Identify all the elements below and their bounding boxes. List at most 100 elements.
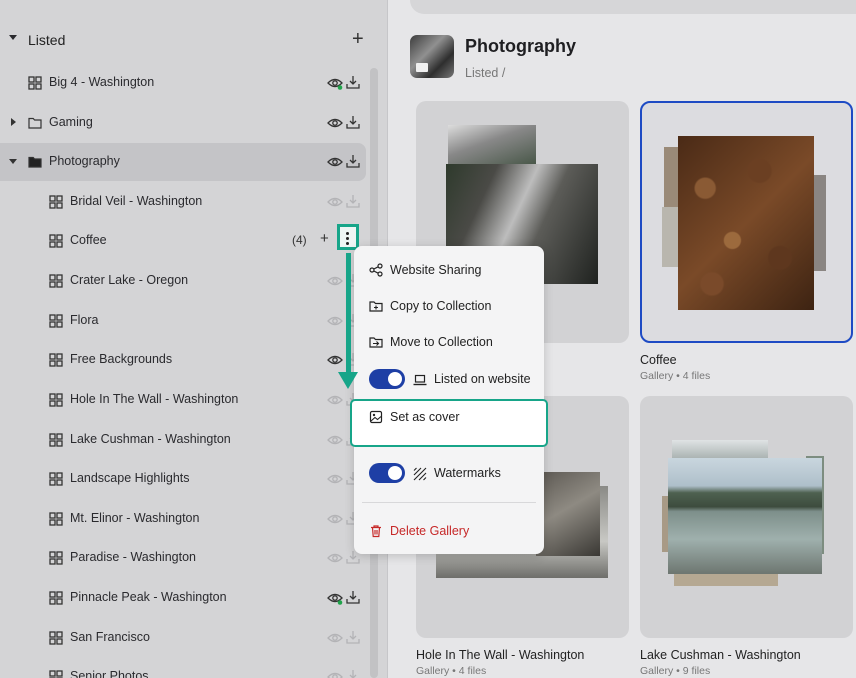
coffee-beans-photo [678, 136, 814, 310]
sidebar-item-label: Hole In The Wall - Washington [70, 392, 239, 406]
sidebar-item-san-francisco[interactable]: San Francisco [0, 619, 366, 657]
sidebar-item-big-4-washington[interactable]: Big 4 - Washington [0, 64, 366, 102]
gallery-grid-icon [28, 76, 42, 90]
lake-photo [668, 458, 822, 574]
sidebar-item-photography[interactable]: Photography [0, 143, 366, 181]
gallery-grid-icon [49, 433, 63, 447]
image-cover-icon [369, 410, 383, 424]
eye-icon[interactable] [327, 630, 343, 646]
download-icon[interactable] [345, 74, 361, 90]
caret-down-icon[interactable] [9, 159, 17, 164]
eye-icon[interactable] [327, 392, 343, 408]
gallery-card-meta: Gallery • 4 files [416, 665, 487, 677]
eye-icon[interactable] [327, 313, 343, 329]
eye-icon[interactable] [327, 273, 343, 289]
sidebar-item-label: Landscape Highlights [70, 471, 190, 485]
gallery-grid-icon [49, 472, 63, 486]
menu-item-watermarks[interactable]: Watermarks [354, 459, 544, 489]
eye-icon[interactable] [327, 432, 343, 448]
add-item-button[interactable]: + [320, 230, 329, 247]
menu-item-listed-on-website[interactable]: Listed on website [354, 365, 544, 395]
sidebar-item-paradise-washington[interactable]: Paradise - Washington [0, 539, 366, 577]
sidebar-item-flora[interactable]: Flora [0, 302, 366, 340]
top-search-bar[interactable] [410, 0, 856, 14]
sidebar-item-label: Coffee [70, 233, 107, 247]
sidebar-item-mt-elinor-washington[interactable]: Mt. Elinor - Washington [0, 500, 366, 538]
gallery-grid-icon [49, 393, 63, 407]
sidebar-item-hole-in-the-wall-washington[interactable]: Hole In The Wall - Washington [0, 381, 366, 419]
eye-icon[interactable] [327, 550, 343, 566]
gallery-card-meta: Gallery • 9 files [640, 665, 711, 677]
annotation-arrow-head [338, 372, 358, 389]
watermarks-toggle[interactable] [369, 463, 405, 483]
sidebar-item-free-backgrounds[interactable]: Free Backgrounds [0, 341, 366, 379]
eye-icon[interactable] [327, 194, 343, 210]
menu-item-copy-to-collection[interactable]: Copy to Collection [354, 291, 544, 321]
caret-right-icon[interactable] [11, 118, 16, 126]
sidebar-item-gaming[interactable]: Gaming [0, 104, 366, 142]
gallery-grid-icon [49, 551, 63, 565]
listed-on-website-toggle[interactable] [369, 369, 405, 389]
folder-icon [28, 116, 42, 130]
annotation-arrow [346, 253, 351, 375]
file-count-badge: (4) [292, 233, 307, 247]
sidebar-item-bridal-veil-washington[interactable]: Bridal Veil - Washington [0, 183, 366, 221]
sidebar-item-label: Paradise - Washington [70, 550, 196, 564]
more-options-button[interactable] [337, 224, 359, 250]
photo-thumbnail [812, 175, 826, 271]
eye-icon[interactable] [327, 352, 343, 368]
menu-item-website-sharing[interactable]: Website Sharing [354, 255, 544, 285]
download-icon[interactable] [345, 114, 361, 130]
listed-section-header[interactable]: Listed + [0, 22, 388, 58]
eye-icon[interactable] [327, 154, 343, 170]
sidebar-item-label: Free Backgrounds [70, 352, 173, 366]
sidebar-item-label: Big 4 - Washington [49, 75, 155, 89]
menu-item-delete-gallery[interactable]: Delete Gallery [354, 516, 544, 546]
gallery-card-title[interactable]: Lake Cushman - Washington [640, 648, 801, 662]
gallery-card-title[interactable]: Hole In The Wall - Washington [416, 648, 584, 662]
eye-icon[interactable] [327, 590, 343, 606]
collection-thumbnail [410, 35, 454, 78]
gallery-grid-icon [49, 274, 63, 288]
eye-icon[interactable] [327, 669, 343, 678]
menu-item-set-as-cover[interactable]: Set as cover [350, 399, 548, 447]
download-icon[interactable] [345, 668, 361, 678]
menu-item-label: Listed on website [434, 372, 531, 386]
sidebar-item-pinnacle-peak-washington[interactable]: Pinnacle Peak - Washington [0, 579, 366, 617]
eye-icon[interactable] [327, 471, 343, 487]
caret-down-icon[interactable] [9, 35, 17, 40]
share-icon [369, 263, 383, 277]
page-title: Photography [465, 36, 576, 56]
sidebar-item-label: Senior Photos [70, 669, 149, 678]
menu-item-label: Delete Gallery [390, 524, 470, 538]
laptop-icon [413, 374, 427, 386]
menu-divider [362, 502, 536, 503]
download-icon[interactable] [345, 629, 361, 645]
download-icon[interactable] [345, 153, 361, 169]
sidebar-item-lake-cushman-washington[interactable]: Lake Cushman - Washington [0, 421, 366, 459]
breadcrumb[interactable]: Listed / [465, 66, 505, 80]
sidebar-item-senior-photos[interactable]: Senior Photos [0, 658, 366, 678]
sidebar-item-crater-lake-oregon[interactable]: Crater Lake - Oregon [0, 262, 366, 300]
download-icon[interactable] [345, 193, 361, 209]
menu-item-move-to-collection[interactable]: Move to Collection [354, 327, 544, 357]
eye-icon[interactable] [327, 75, 343, 91]
sidebar-item-label: Mt. Elinor - Washington [70, 511, 200, 525]
menu-item-label: Set as cover [390, 410, 460, 424]
eye-icon[interactable] [327, 115, 343, 131]
sidebar-item-label: Photography [49, 154, 120, 168]
watermark-icon [413, 467, 427, 481]
sidebar-item-coffee[interactable]: Coffee (4) + [0, 222, 366, 260]
download-icon[interactable] [345, 589, 361, 605]
sidebar-item-label: Gaming [49, 115, 93, 129]
gallery-card-lake-cushman[interactable] [640, 396, 853, 638]
menu-item-label: Copy to Collection [390, 299, 492, 313]
add-button[interactable]: + [352, 29, 364, 49]
menu-item-label: Move to Collection [390, 335, 493, 349]
sidebar-item-landscape-highlights[interactable]: Landscape Highlights [0, 460, 366, 498]
eye-icon[interactable] [327, 511, 343, 527]
gallery-card-coffee[interactable] [640, 101, 853, 343]
gallery-card-meta: Gallery • 4 files [640, 370, 711, 382]
sidebar: Listed + Big 4 - Washington Gaming Photogr… [0, 0, 388, 678]
gallery-card-title[interactable]: Coffee [640, 353, 677, 367]
